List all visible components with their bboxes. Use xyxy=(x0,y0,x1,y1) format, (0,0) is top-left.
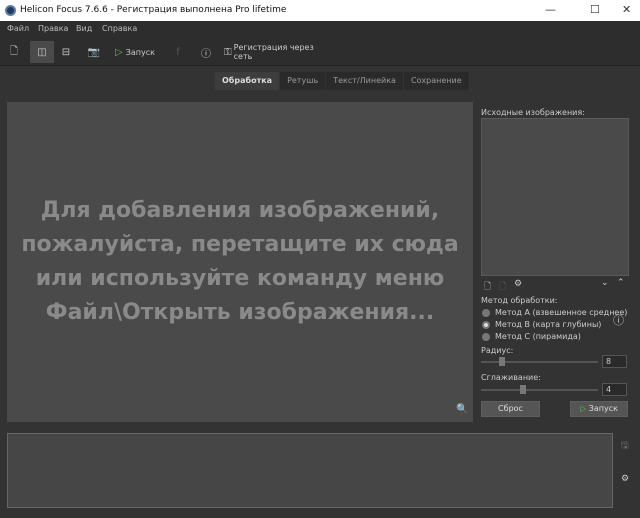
help-icon[interactable]: ⓘ xyxy=(197,41,215,63)
smoothing-slider-handle[interactable] xyxy=(520,385,526,394)
split-horizontal-icon[interactable]: ⊟ xyxy=(56,41,76,63)
panel-run-button[interactable]: ▷ Запуск xyxy=(570,401,628,417)
split-vertical-icon[interactable]: ◫ xyxy=(30,41,54,63)
method-b-radio[interactable]: Метод B (карта глубины) xyxy=(482,320,601,329)
register-button[interactable]: ⚿ Регистрация через сеть xyxy=(224,41,324,63)
minimize-button[interactable]: — xyxy=(545,3,556,16)
radius-slider-handle[interactable] xyxy=(499,357,505,366)
smoothing-label: Сглаживание: xyxy=(481,373,541,382)
export-icon[interactable]: ⚙ xyxy=(621,474,629,484)
method-help-icon[interactable]: ⓘ xyxy=(613,312,624,328)
method-a-radio[interactable]: Метод A (взвешенное среднее) xyxy=(482,308,627,317)
menu-help[interactable]: Справка xyxy=(102,24,137,33)
drop-hint: Для добавления изображений, пожалуйста, … xyxy=(7,194,473,330)
smoothing-slider[interactable] xyxy=(481,385,598,394)
camera-icon[interactable]: 📷 xyxy=(84,41,104,63)
radius-spinbox[interactable]: 8 xyxy=(602,355,627,368)
source-images-list[interactable] xyxy=(481,118,629,276)
remove-file-icon[interactable]: 🗋 xyxy=(499,279,506,295)
settings-icon[interactable]: ⚙ xyxy=(514,279,522,289)
menu-view[interactable]: Вид xyxy=(76,24,92,33)
chevron-up-icon[interactable]: ⌃ xyxy=(617,278,625,288)
hint-line: или используйте команду меню xyxy=(35,266,445,291)
reset-button[interactable]: Сброс xyxy=(481,401,540,417)
title-bar: Helicon Focus 7.6.6 - Регистрация выполн… xyxy=(0,0,640,21)
tab-retouch[interactable]: Ретушь xyxy=(280,72,326,90)
add-file-icon[interactable]: 🗋 xyxy=(484,279,491,295)
add-images-icon[interactable]: 🗋 xyxy=(4,41,24,63)
tab-processing[interactable]: Обработка xyxy=(215,72,280,90)
maximize-button[interactable]: ☐ xyxy=(590,3,600,16)
toolbar: 🗋 ◫ ⊟ 📷 ▷ Запуск f ⓘ ⚿ Регистрация через с… xyxy=(0,38,640,66)
save-icon[interactable]: 🖫 xyxy=(621,438,629,454)
menu-file[interactable]: Файл xyxy=(7,24,29,33)
window-title: Helicon Focus 7.6.6 - Регистрация выполн… xyxy=(20,5,287,15)
play-icon: ▷ xyxy=(580,404,589,413)
method-c-label: Метод C (пирамида) xyxy=(495,332,581,341)
method-a-label: Метод A (взвешенное среднее) xyxy=(495,308,628,317)
zoom-icon[interactable]: 🔍 xyxy=(456,404,468,415)
chevron-down-icon[interactable]: ⌄ xyxy=(601,278,609,288)
hint-line: Файл\Открыть изображения... xyxy=(45,300,435,325)
menu-edit[interactable]: Правка xyxy=(38,24,68,33)
output-area[interactable] xyxy=(7,433,613,508)
close-button[interactable]: ✕ xyxy=(622,3,631,16)
menu-bar: Файл Правка Вид Справка xyxy=(0,21,640,38)
key-icon: ⚿ xyxy=(224,46,232,58)
method-b-label: Метод B (карта глубины) xyxy=(495,320,602,329)
radius-slider[interactable] xyxy=(481,357,598,366)
method-c-radio[interactable]: Метод C (пирамида) xyxy=(482,332,581,341)
run-button[interactable]: ▷ Запуск xyxy=(112,41,158,63)
app-logo-icon xyxy=(5,5,16,16)
hint-line: пожалуйста, перетащите их сюда xyxy=(21,232,459,257)
image-canvas[interactable]: Для добавления изображений, пожалуйста, … xyxy=(7,102,473,422)
tab-text-ruler[interactable]: Текст/Линейка xyxy=(326,72,403,90)
play-icon: ▷ xyxy=(115,46,123,58)
tab-bar: Обработка Ретушь Текст/Линейка Сохранени… xyxy=(215,72,470,90)
hint-line: Для добавления изображений, xyxy=(40,198,440,223)
source-images-label: Исходные изображения: xyxy=(481,108,585,117)
tab-save[interactable]: Сохранение xyxy=(403,72,469,90)
facebook-icon[interactable]: f xyxy=(170,41,186,63)
smoothing-spinbox[interactable]: 4 xyxy=(602,383,627,396)
radius-label: Радиус: xyxy=(481,346,514,355)
method-label: Метод обработки: xyxy=(481,296,558,305)
